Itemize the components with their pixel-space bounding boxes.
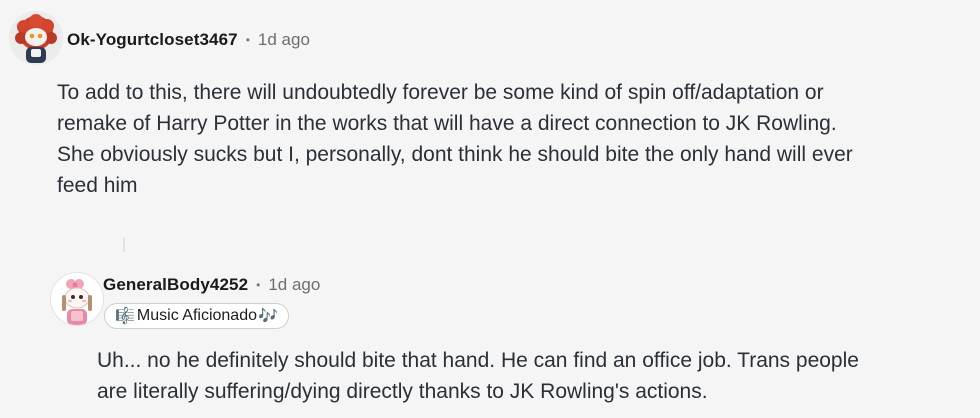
separator-dot: • bbox=[256, 278, 261, 292]
timestamp[interactable]: 1d ago bbox=[268, 275, 320, 295]
username-link[interactable]: GeneralBody4252 bbox=[103, 275, 248, 295]
user-avatar[interactable] bbox=[9, 11, 63, 65]
comment-text-line: are literally suffering/dying directly t… bbox=[97, 380, 708, 403]
comment-text-line: remake of Harry Potter in the works that… bbox=[57, 112, 837, 135]
comment-body: Uh... no he definitely should bite that … bbox=[97, 345, 957, 407]
comment-header: GeneralBody4252 • 1d ago bbox=[103, 273, 320, 297]
music-score-icon: 🎼 bbox=[115, 308, 135, 325]
comment: Ok-Yogurtcloset3467 • 1d ago To add to t… bbox=[0, 0, 980, 220]
username-link[interactable]: Ok-Yogurtcloset3467 bbox=[67, 30, 238, 50]
comment-text-line: Uh... no he definitely should bite that … bbox=[97, 349, 859, 372]
comment-text-line: feed him bbox=[57, 174, 138, 197]
music-notes-icon: 🎶 bbox=[257, 308, 278, 325]
user-flair: 🎼 Music Aficionado 🎶 bbox=[104, 303, 289, 329]
comment-body: To add to this, there will undoubtedly f… bbox=[57, 77, 957, 201]
snoo-avatar-red-hair-icon bbox=[9, 11, 63, 65]
snoo-avatar-pink-bow-icon bbox=[51, 273, 103, 325]
thread-line[interactable] bbox=[123, 238, 125, 252]
comment-header: Ok-Yogurtcloset3467 • 1d ago bbox=[67, 28, 310, 52]
comment-text-line: To add to this, there will undoubtedly f… bbox=[57, 81, 824, 104]
flair-text: Music Aficionado bbox=[136, 307, 257, 324]
comment-text-line: She obviously sucks but I, personally, d… bbox=[57, 143, 853, 166]
timestamp[interactable]: 1d ago bbox=[258, 30, 310, 50]
separator-dot: • bbox=[245, 33, 250, 47]
user-avatar[interactable] bbox=[50, 272, 104, 326]
